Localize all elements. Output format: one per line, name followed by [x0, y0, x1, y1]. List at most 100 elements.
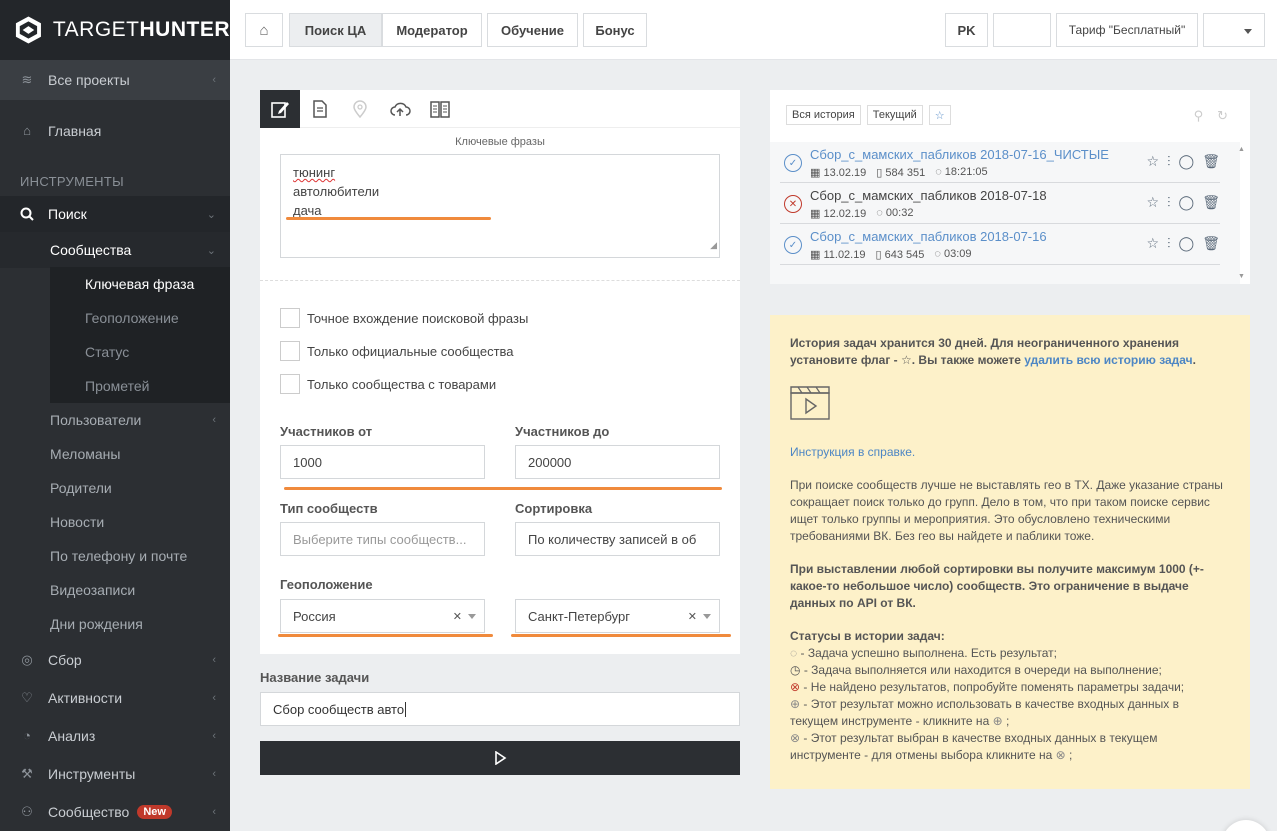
- run-button[interactable]: [260, 741, 740, 775]
- sort-select[interactable]: По количеству записей в об: [515, 522, 720, 556]
- comment-icon[interactable]: ◯: [1179, 153, 1195, 170]
- history-task-name[interactable]: Сбор_с_мамских_пабликов 2018-07-16: [810, 229, 1047, 244]
- sidebar-item-collect[interactable]: ◎ Сбор ‹: [0, 641, 230, 679]
- sidebar-item-parents[interactable]: Родители: [0, 471, 230, 505]
- annotation-underline: [511, 634, 731, 637]
- user-menu-dropdown[interactable]: [1203, 13, 1265, 47]
- wrench-icon: ⚒: [21, 766, 33, 781]
- comment-icon[interactable]: ◯: [1179, 194, 1195, 211]
- sidebar-item-music-lovers[interactable]: Меломаны: [0, 437, 230, 471]
- history-row[interactable]: ✓ Сбор_с_мамских_пабликов 2018-07-16_ЧИСТ…: [780, 142, 1220, 183]
- comment-icon: ◌: [935, 166, 942, 178]
- communities-submenu: Ключевая фраза Геоположение Статус Проме…: [50, 267, 230, 403]
- country-value: Россия: [293, 608, 336, 624]
- caret-down-icon: [703, 614, 711, 619]
- sidebar-item-communities[interactable]: Сообщества ⌄: [0, 232, 230, 268]
- clear-icon[interactable]: ✕: [688, 610, 697, 623]
- sidebar-item-phone-email[interactable]: По телефону и почте: [0, 539, 230, 573]
- delete-history-link[interactable]: удалить всю историю задач: [1024, 353, 1192, 367]
- filter-starred[interactable]: ☆: [928, 105, 951, 125]
- account-button[interactable]: [993, 13, 1051, 47]
- book-tab[interactable]: [420, 90, 460, 128]
- logo-icon: [15, 16, 41, 44]
- file-tab[interactable]: [300, 90, 340, 128]
- sidebar-item-analysis[interactable]: ◔ Анализ ‹: [0, 717, 230, 755]
- refresh-icon[interactable]: ↻: [1217, 108, 1228, 124]
- sidebar-item-activities[interactable]: ♡ Активности ‹: [0, 679, 230, 717]
- history-task-name[interactable]: Сбор_с_мамских_пабликов 2018-07-16_ЧИСТЫ…: [810, 147, 1109, 162]
- star-icon[interactable]: ☆: [1146, 194, 1159, 211]
- sidebar-item-users[interactable]: Пользователи ‹: [0, 403, 230, 437]
- history-row[interactable]: ✕ Сбор_с_мамских_пабликов 2018-07-18 ▦ 12.…: [780, 183, 1220, 224]
- city-select[interactable]: Санкт-Петербург ✕: [515, 599, 720, 633]
- scroll-down-icon[interactable]: ▼: [1238, 273, 1245, 280]
- home-button[interactable]: ⌂: [245, 13, 283, 47]
- plus-circle-icon: ⊕: [992, 714, 1003, 728]
- filter-current[interactable]: Текущий: [866, 105, 923, 125]
- comment-icon: ◌: [876, 207, 883, 219]
- tab-bonus[interactable]: Бонус: [583, 13, 647, 47]
- clear-icon[interactable]: ✕: [453, 610, 462, 623]
- tab-audience-search[interactable]: Поиск ЦА: [289, 13, 382, 47]
- submenu-item-keyword[interactable]: Ключевая фраза: [50, 267, 230, 301]
- scroll-up-icon[interactable]: ▲: [1238, 146, 1245, 153]
- checkbox-with-goods[interactable]: Только сообщества с товарами: [280, 374, 496, 394]
- checkbox-exact-phrase[interactable]: Точное вхождение поисковой фразы: [280, 308, 528, 328]
- resize-handle[interactable]: ◢: [710, 236, 717, 255]
- sidebar-item-search[interactable]: Поиск ⌄: [0, 196, 230, 232]
- checkbox-official-only[interactable]: Только официальные сообщества: [280, 341, 514, 361]
- filter-all-history[interactable]: Вся история: [786, 105, 861, 125]
- tab-learning[interactable]: Обучение: [487, 13, 578, 47]
- keywords-textarea[interactable]: тюнинг автолюбители дача ◢: [280, 154, 720, 258]
- sliders-icon[interactable]: ⫶: [1167, 235, 1171, 252]
- sidebar-section-title: ИНСТРУМЕНТЫ: [20, 173, 124, 189]
- history-count: ▯ 584 351: [876, 167, 926, 179]
- instruction-link[interactable]: Инструкция в справке.: [790, 444, 1230, 461]
- sidebar-item-home[interactable]: ⌂ Главная: [0, 112, 230, 150]
- edit-tab[interactable]: [260, 89, 300, 128]
- submenu-item-prometheus[interactable]: Прометей: [50, 369, 230, 403]
- star-icon[interactable]: ☆: [1146, 235, 1159, 252]
- search-icon[interactable]: ⚲: [1194, 108, 1204, 124]
- tab-moderator[interactable]: Модератор: [382, 13, 482, 47]
- star-icon[interactable]: ☆: [1146, 153, 1159, 170]
- trash-icon[interactable]: 🗑: [1202, 194, 1220, 211]
- checkbox[interactable]: [280, 374, 300, 394]
- submenu-item-geo[interactable]: Геоположение: [50, 301, 230, 335]
- task-name-input[interactable]: Сбор сообществ авто: [260, 692, 740, 726]
- sidebar-item-birthdays[interactable]: Дни рождения: [0, 607, 230, 641]
- comment-icon[interactable]: ◯: [1179, 235, 1195, 252]
- status-legend-pending: ◷ - Задача выполняется или находится в о…: [790, 663, 1162, 677]
- submenu-item-status[interactable]: Статус: [50, 335, 230, 369]
- calendar-icon: ▦: [810, 167, 821, 179]
- trash-icon[interactable]: 🗑: [1202, 235, 1220, 252]
- tariff-button[interactable]: Тариф "Бесплатный": [1056, 13, 1198, 47]
- country-select[interactable]: Россия ✕: [280, 599, 485, 633]
- error-circle-icon: ✕: [784, 195, 802, 213]
- history-date: ▦ 11.02.19: [810, 249, 866, 261]
- sidebar-item-all-projects[interactable]: ≋ Все проекты ‹: [0, 60, 230, 100]
- history-row[interactable]: ✓ Сбор_с_мамских_пабликов 2018-07-16 ▦ 11.…: [780, 224, 1220, 265]
- sidebar-item-tools[interactable]: ⚒ Инструменты ‹: [0, 755, 230, 793]
- trash-icon[interactable]: 🗑: [1202, 153, 1220, 170]
- document-icon: ▯: [875, 249, 882, 261]
- chevron-left-icon: ‹: [212, 654, 216, 666]
- history-actions: ☆ ⫶ ◯ 🗑: [1146, 153, 1220, 170]
- sidebar-item-videos[interactable]: Видеозаписи: [0, 573, 230, 607]
- sidebar-item-news[interactable]: Новости: [0, 505, 230, 539]
- checkbox[interactable]: [280, 308, 300, 328]
- checkbox[interactable]: [280, 341, 300, 361]
- logo[interactable]: TARGETHUNTER: [0, 0, 230, 60]
- upload-tab[interactable]: [380, 90, 420, 128]
- sliders-icon[interactable]: ⫶: [1167, 194, 1171, 211]
- community-type-select[interactable]: Выберите типы сообществ...: [280, 522, 485, 556]
- history-task-name[interactable]: Сбор_с_мамских_пабликов 2018-07-18: [810, 188, 1047, 203]
- sliders-icon[interactable]: ⫶: [1167, 153, 1171, 170]
- status-legend-error: ⊗ - Не найдено результатов, попробуйте п…: [790, 680, 1185, 694]
- members-from-input[interactable]: 1000: [280, 445, 485, 479]
- scrollbar[interactable]: ▲ ▼: [1238, 142, 1246, 284]
- pk-button[interactable]: PK: [945, 13, 988, 47]
- members-to-input[interactable]: 200000: [515, 445, 720, 479]
- sidebar-item-community[interactable]: ⚇ Сообщество New ‹: [0, 793, 230, 831]
- chat-widget-button[interactable]: [1222, 820, 1270, 831]
